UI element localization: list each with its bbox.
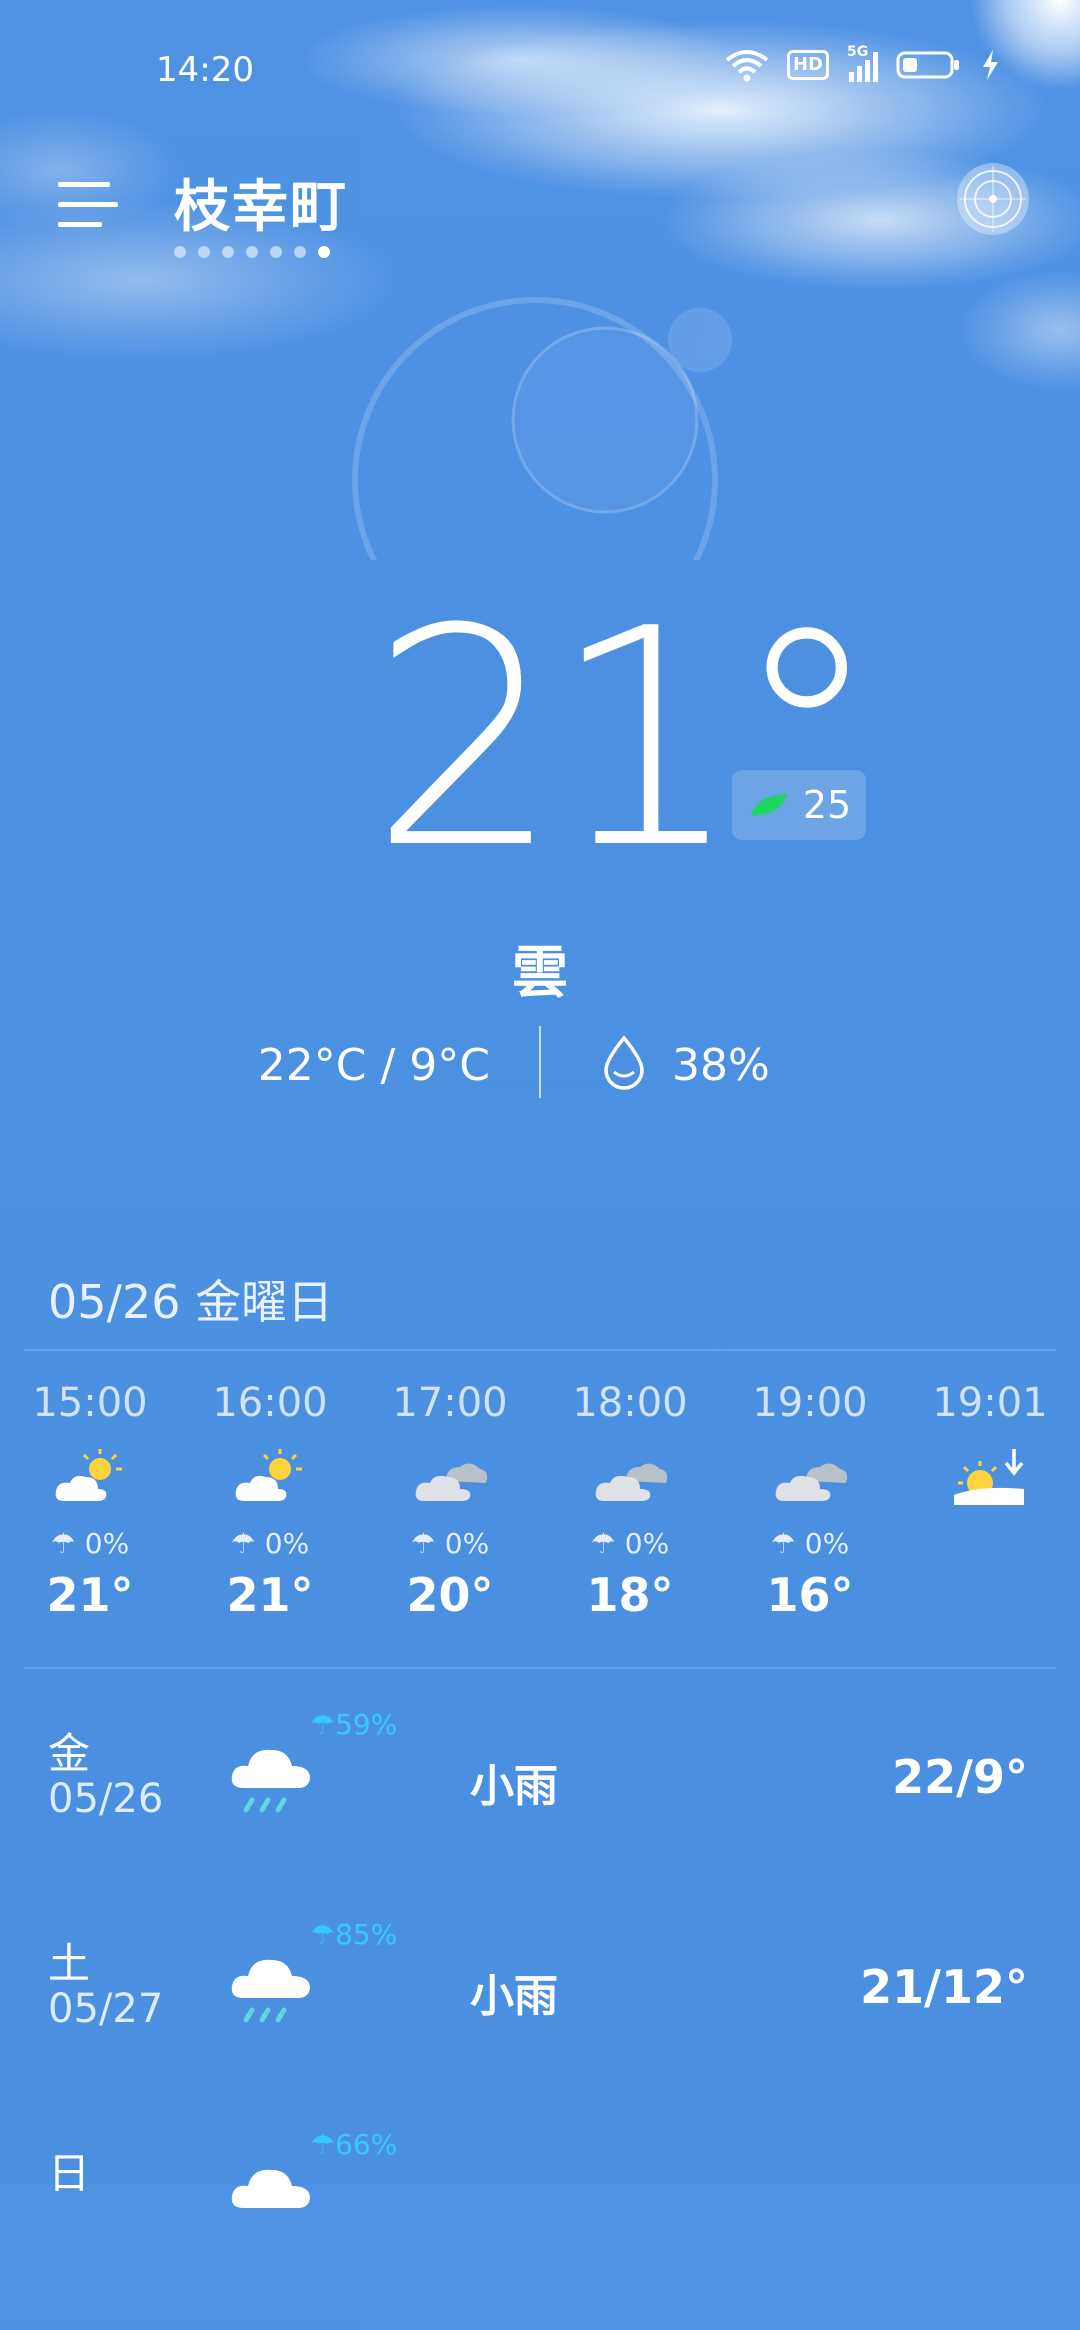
- city-name[interactable]: 枝幸町: [174, 162, 348, 243]
- divider: [539, 1026, 541, 1098]
- divider: [24, 1667, 1056, 1669]
- daily-date: 05/26: [48, 1776, 164, 1822]
- hourly-item[interactable]: 16:00 ☂ 0% 21°: [180, 1380, 360, 1622]
- hourly-time: 19:00: [752, 1380, 868, 1426]
- radar-icon[interactable]: [954, 160, 1032, 238]
- daily-precip-chance: ☂85%: [310, 1918, 398, 1951]
- hourly-rain-chance: ☂ 0%: [410, 1527, 490, 1560]
- hourly-temp: 20°: [406, 1568, 494, 1622]
- cloudy-icon: [775, 1463, 848, 1501]
- partly-cloudy-icon: [55, 1449, 122, 1501]
- battery-icon: [896, 51, 959, 79]
- daily-precip-chance: ☂59%: [310, 1708, 398, 1741]
- hourly-rain-chance: ☂ 0%: [770, 1527, 850, 1560]
- daily-forecast-row[interactable]: 金 05/26 ☂59% 小雨 22/9°: [0, 1708, 1080, 1910]
- hourly-item[interactable]: 19:00 ☂ 0% 16°: [720, 1380, 900, 1622]
- humidity-value: 38%: [672, 1040, 770, 1091]
- hourly-item[interactable]: 17:00 ☂ 0% 20°: [360, 1380, 540, 1622]
- light-rain-icon: [231, 1749, 310, 1813]
- aqi-badge[interactable]: 25: [732, 770, 866, 840]
- status-icons: HD 5G: [725, 44, 1000, 82]
- page-indicator: [174, 246, 330, 258]
- current-condition: 雲: [512, 941, 568, 1006]
- light-rain-icon: [231, 2169, 310, 2208]
- hourly-time: 18:00: [572, 1380, 688, 1426]
- hourly-forecast[interactable]: 15:00 ☂ 0% 21° 16:00 ☂ 0% 21° 17:00 ☂ 0%…: [0, 1380, 1080, 1640]
- daily-day: 土: [48, 1939, 91, 1988]
- hourly-item[interactable]: 19:01: [900, 1380, 1080, 1568]
- page-dot: [270, 246, 282, 258]
- daily-condition: 小雨: [470, 1971, 558, 2022]
- page-dot: [174, 246, 186, 258]
- wifi-icon: [725, 50, 769, 82]
- current-details: 22°C / 9°C 38%: [0, 1026, 1080, 1100]
- hourly-rain-chance: ☂ 0%: [590, 1527, 670, 1560]
- hourly-rain-chance: ☂ 0%: [230, 1527, 310, 1560]
- hourly-item[interactable]: 18:00 ☂ 0% 18°: [540, 1380, 720, 1622]
- network-type-label: 5G: [847, 44, 869, 60]
- status-time: 14:20: [156, 50, 254, 90]
- daily-forecast-row[interactable]: 日 ☂66%: [0, 2128, 1080, 2330]
- hourly-time: 19:01: [932, 1380, 1048, 1426]
- page-dot: [294, 246, 306, 258]
- daily-day: 金: [48, 1729, 91, 1778]
- cellular-signal-icon: 5G: [847, 44, 878, 82]
- hourly-item[interactable]: 15:00 ☂ 0% 21°: [0, 1380, 180, 1622]
- hourly-temp: 21°: [226, 1568, 314, 1622]
- daily-forecast-row[interactable]: 土 05/27 ☂85% 小雨 21/12°: [0, 1918, 1080, 2120]
- daily-precip-chance: ☂66%: [310, 2128, 398, 2161]
- high-low-temperature: 22°C / 9°C: [257, 1040, 490, 1091]
- divider: [24, 1349, 1056, 1351]
- aqi-value: 25: [802, 783, 852, 827]
- hourly-temp: 18°: [586, 1568, 674, 1622]
- page-dot-active: [318, 246, 330, 258]
- hourly-time: 15:00: [32, 1380, 148, 1426]
- daily-temp-range: 21/12°: [860, 1960, 1028, 2014]
- charging-icon: [983, 50, 998, 80]
- status-bar: 14:20 HD 5G: [0, 0, 1080, 140]
- page-dot: [198, 246, 210, 258]
- menu-icon[interactable]: [56, 170, 126, 240]
- page-dot: [246, 246, 258, 258]
- hourly-rain-chance: [900, 1524, 1080, 1564]
- top-bar: 枝幸町: [0, 160, 1080, 280]
- hourly-temp: 16°: [766, 1568, 854, 1622]
- partly-cloudy-icon: [235, 1449, 302, 1501]
- hd-icon: HD: [786, 50, 829, 80]
- page-dot: [222, 246, 234, 258]
- hourly-time: 17:00: [392, 1380, 508, 1426]
- hourly-rain-chance: ☂ 0%: [50, 1527, 130, 1560]
- leaf-icon: [750, 794, 787, 816]
- date-header: 05/26 金曜日: [48, 1275, 334, 1329]
- cloudy-icon: [595, 1463, 668, 1501]
- humidity-drop-icon: [604, 1035, 644, 1090]
- hourly-temp: 21°: [46, 1568, 134, 1622]
- light-rain-icon: [231, 1959, 310, 2023]
- sunset-icon: [954, 1449, 1024, 1505]
- daily-temp-range: 22/9°: [892, 1750, 1028, 1804]
- cloudy-icon: [415, 1463, 488, 1501]
- current-temperature: 21°: [370, 565, 882, 914]
- hourly-time: 16:00: [212, 1380, 328, 1426]
- daily-date: 05/27: [48, 1986, 164, 2032]
- daily-day: 日: [48, 2149, 91, 2198]
- daily-condition: 小雨: [470, 1761, 558, 1812]
